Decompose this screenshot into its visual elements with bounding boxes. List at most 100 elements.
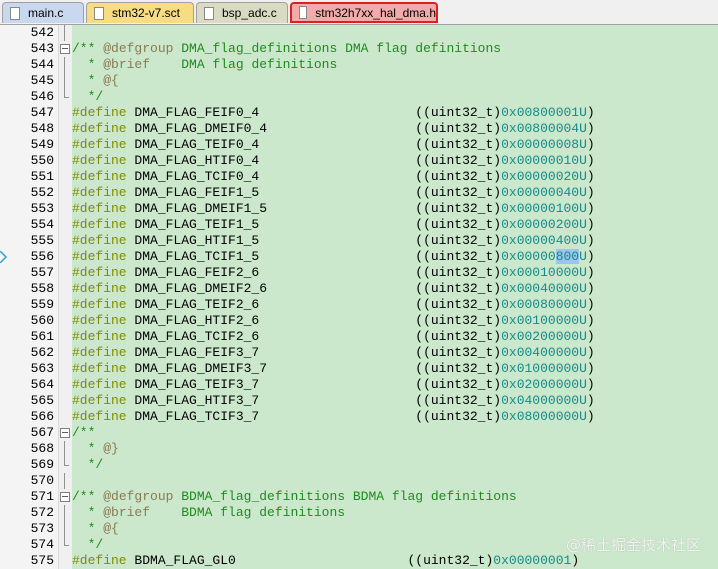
paren: ) [586, 281, 595, 296]
code-line[interactable]: 562 #define DMA_FLAG_FEIF3_7 ((uint32_t)0… [0, 345, 718, 361]
hex-value: 0x08000000U [501, 409, 587, 424]
macro-name: DMA_FLAG_TCIF1_5 [126, 249, 416, 264]
macro-name: DMA_FLAG_DMEIF2_6 [126, 281, 416, 296]
hex-value: 0x00200000U [501, 329, 587, 344]
type-cast: ((uint32_t) [415, 185, 502, 200]
fold-collapse-icon[interactable] [60, 44, 70, 54]
code-line[interactable]: 550 #define DMA_FLAG_HTIF0_4 ((uint32_t)0… [0, 153, 718, 169]
tab-stm32h7xx-hal-dma-h[interactable]: stm32h7xx_hal_dma.h [290, 2, 438, 23]
type-cast: ((uint32_t) [407, 553, 494, 568]
line-number: 543 [30, 41, 54, 56]
paren: ) [586, 345, 595, 360]
code-line[interactable]: 560 #define DMA_FLAG_HTIF2_6 ((uint32_t)0… [0, 313, 718, 329]
line-text: * @{ [72, 521, 119, 537]
paren: ) [586, 121, 595, 136]
code-line[interactable]: 554 #define DMA_FLAG_TEIF1_5 ((uint32_t)0… [0, 217, 718, 233]
define-keyword: #define [72, 137, 127, 152]
tab-main-c[interactable]: main.c [2, 2, 84, 23]
code-line[interactable]: 545 * @{ [0, 73, 718, 89]
line-number: 547 [30, 105, 54, 120]
code-line[interactable]: 563 #define DMA_FLAG_DMEIF3_7 ((uint32_t)… [0, 361, 718, 377]
code-line[interactable]: 555 #define DMA_FLAG_HTIF1_5 ((uint32_t)0… [0, 233, 718, 249]
current-line-arrow-icon [0, 251, 7, 263]
code-line[interactable]: 569 */ [0, 457, 718, 473]
paren: ) [586, 233, 595, 248]
line-text: #define DMA_FLAG_TCIF2_6 ((uint32_t)0x00… [72, 329, 595, 345]
code-line[interactable]: 544 * @brief DMA flag definitions [0, 57, 718, 73]
macro-name: DMA_FLAG_DMEIF0_4 [126, 121, 416, 136]
line-number: 554 [30, 217, 54, 232]
line-text: */ [72, 89, 104, 105]
code-line[interactable]: 561 #define DMA_FLAG_TCIF2_6 ((uint32_t)0… [0, 329, 718, 345]
line-text: #define BDMA_FLAG_GL0 ((uint32_t)0x00000… [72, 553, 579, 569]
line-text: #define DMA_FLAG_TCIF1_5 ((uint32_t)0x00… [72, 249, 595, 265]
watermark: @稀土掘金技术社区 [566, 536, 702, 554]
type-cast: ((uint32_t) [415, 313, 502, 328]
code-line[interactable]: 556 #define DMA_FLAG_TCIF1_5 ((uint32_t)0… [0, 249, 718, 265]
type-cast: ((uint32_t) [415, 345, 502, 360]
fold-collapse-icon[interactable] [60, 428, 70, 438]
fold-line [64, 441, 65, 457]
comment-text: /** [72, 41, 104, 56]
line-text: #define DMA_FLAG_DMEIF0_4 ((uint32_t)0x0… [72, 121, 595, 137]
code-line[interactable]: 553 #define DMA_FLAG_DMEIF1_5 ((uint32_t)… [0, 201, 718, 217]
hex-value: 0x00010000U [501, 265, 587, 280]
code-line[interactable]: 572 * @brief BDMA flag definitions [0, 505, 718, 521]
macro-name: DMA_FLAG_HTIF3_7 [126, 393, 416, 408]
type-cast: ((uint32_t) [415, 265, 502, 280]
comment-text: */ [72, 537, 104, 552]
fold-line [64, 521, 65, 537]
code-line[interactable]: 575 #define BDMA_FLAG_GL0 ((uint32_t)0x00… [0, 553, 718, 569]
code-line[interactable]: 570 [0, 473, 718, 489]
comment-text: DMA_flag_definitions DMA flag definition… [173, 41, 502, 56]
code-line[interactable]: 543 /** @defgroup DMA_flag_definitions DM… [0, 41, 718, 57]
code-line[interactable]: 551 #define DMA_FLAG_TCIF0_4 ((uint32_t)0… [0, 169, 718, 185]
code-line[interactable]: 552 #define DMA_FLAG_FEIF1_5 ((uint32_t)0… [0, 185, 718, 201]
paren: ) [586, 249, 595, 264]
hex-value: 0x00000040U [501, 185, 587, 200]
code-line[interactable]: 558 #define DMA_FLAG_DMEIF2_6 ((uint32_t)… [0, 281, 718, 297]
fold-line [64, 25, 65, 41]
code-line[interactable]: 542 [0, 25, 718, 41]
selection-highlight: 800 [555, 249, 580, 264]
macro-name: DMA_FLAG_FEIF3_7 [126, 345, 416, 360]
code-line[interactable]: 548 #define DMA_FLAG_DMEIF0_4 ((uint32_t)… [0, 121, 718, 137]
line-number: 569 [30, 457, 54, 472]
tab-bsp-adc-c[interactable]: bsp_adc.c [196, 2, 288, 23]
define-keyword: #define [72, 329, 127, 344]
define-keyword: #define [72, 297, 127, 312]
code-line[interactable]: 549 #define DMA_FLAG_TEIF0_4 ((uint32_t)0… [0, 137, 718, 153]
code-line[interactable]: 547 #define DMA_FLAG_FEIF0_4 ((uint32_t)0… [0, 105, 718, 121]
code-line[interactable]: 557 #define DMA_FLAG_FEIF2_6 ((uint32_t)0… [0, 265, 718, 281]
comment-text: * [72, 441, 104, 456]
paren: ) [586, 313, 595, 328]
tab-stm32-v7-sct[interactable]: stm32-v7.sct [86, 2, 194, 23]
line-number: 568 [30, 441, 54, 456]
macro-name: DMA_FLAG_FEIF0_4 [126, 105, 416, 120]
comment-text: * [72, 521, 104, 536]
define-keyword: #define [72, 313, 127, 328]
fold-collapse-icon[interactable] [60, 492, 70, 502]
comment-text: DMA flag definitions [150, 57, 338, 72]
type-cast: ((uint32_t) [415, 409, 502, 424]
code-line[interactable]: 546 */ [0, 89, 718, 105]
code-line[interactable]: 567 /** [0, 425, 718, 441]
paren: ) [586, 361, 595, 376]
type-cast: ((uint32_t) [415, 121, 502, 136]
hex-value: 0x00000100U [501, 201, 587, 216]
macro-name: DMA_FLAG_TCIF3_7 [126, 409, 416, 424]
doc-tag: @brief [103, 505, 151, 520]
line-text: /** @defgroup BDMA_flag_definitions BDMA… [72, 489, 517, 505]
define-keyword: #define [72, 249, 127, 264]
type-cast: ((uint32_t) [415, 233, 502, 248]
code-line[interactable]: 559 #define DMA_FLAG_TEIF2_6 ((uint32_t)0… [0, 297, 718, 313]
code-line[interactable]: 571 /** @defgroup BDMA_flag_definitions B… [0, 489, 718, 505]
code-line[interactable]: 564 #define DMA_FLAG_TEIF3_7 ((uint32_t)0… [0, 377, 718, 393]
code-line[interactable]: 568 * @} [0, 441, 718, 457]
type-cast: ((uint32_t) [415, 249, 502, 264]
type-cast: ((uint32_t) [415, 329, 502, 344]
code-line[interactable]: 566 #define DMA_FLAG_TCIF3_7 ((uint32_t)0… [0, 409, 718, 425]
hex-value: 0x00800004U [501, 121, 587, 136]
line-number: 556 [30, 249, 54, 264]
code-line[interactable]: 565 #define DMA_FLAG_HTIF3_7 ((uint32_t)0… [0, 393, 718, 409]
